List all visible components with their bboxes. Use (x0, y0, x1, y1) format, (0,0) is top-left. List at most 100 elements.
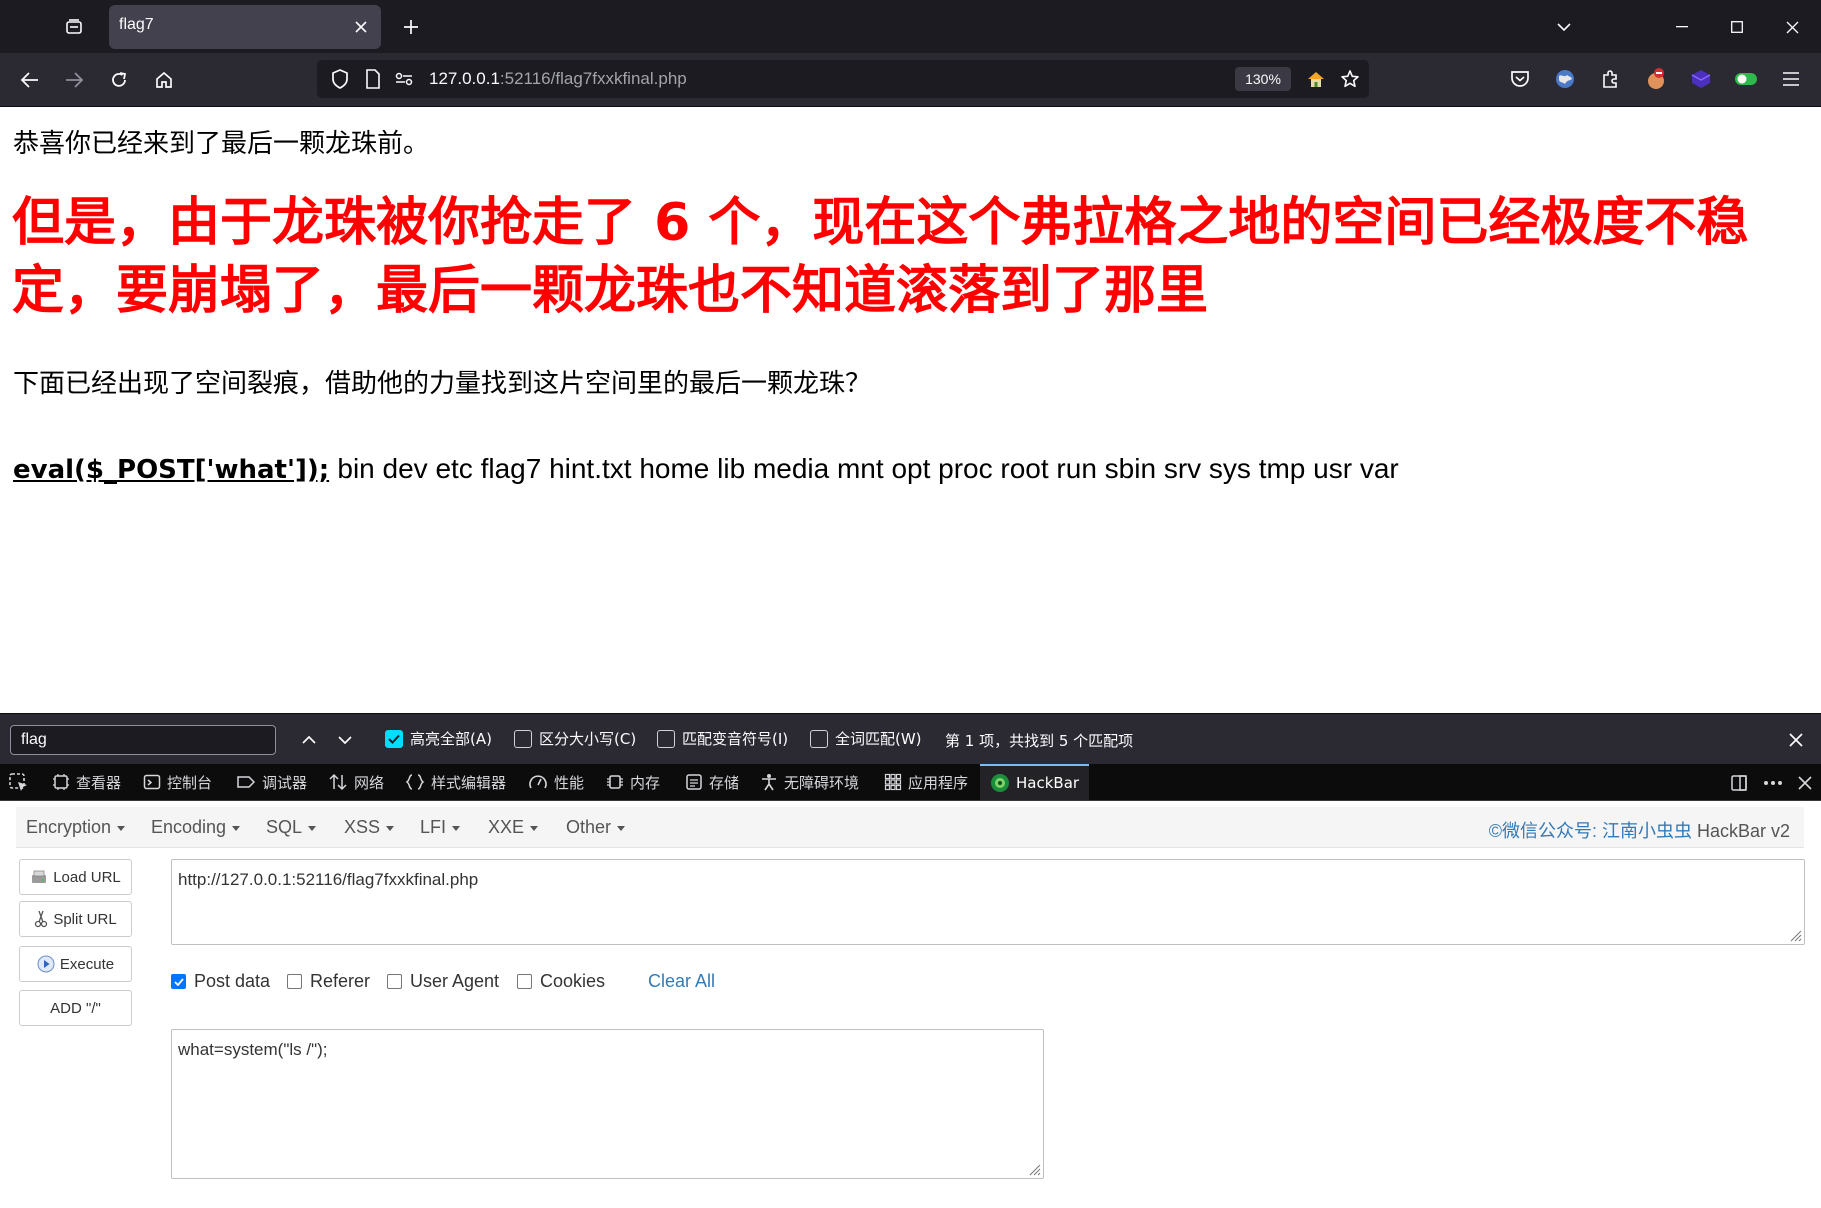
tab-label: 控制台 (167, 773, 213, 792)
load-url-button[interactable]: Load URL (19, 859, 132, 895)
menu-label: SQL (266, 817, 303, 837)
url-bar[interactable]: 127.0.0.1:52116/flag7fxxkfinal.php 130% (317, 60, 1369, 98)
user-agent-option[interactable]: User Agent (387, 971, 499, 992)
resize-grip-icon[interactable] (1788, 928, 1802, 942)
tab-accessibility[interactable]: 无障碍环境 (760, 764, 859, 800)
caret-down-icon (617, 825, 626, 831)
tab-network[interactable]: 网络 (328, 764, 384, 800)
hint-text: 下面已经出现了空间裂痕，借助他的力量找到这片空间里的最后一颗龙珠？ (13, 369, 872, 399)
ublock-extension-icon[interactable] (1640, 63, 1672, 95)
navigation-toolbar: 127.0.0.1:52116/flag7fxxkfinal.php 130% (0, 53, 1821, 107)
hackbar-brand[interactable]: ©微信公众号: 江南小虫虫 HackBar v2 (1489, 817, 1790, 843)
clear-all-link[interactable]: Clear All (648, 971, 715, 992)
checkbox-unchecked-icon[interactable] (387, 974, 402, 989)
new-tab-icon[interactable] (396, 12, 426, 42)
globe-extension-icon[interactable] (1549, 63, 1581, 95)
menu-xxe[interactable]: XXE (488, 817, 539, 838)
post-data-textarea[interactable]: what=system("ls /"); (171, 1029, 1044, 1179)
checkbox-unchecked-icon[interactable] (517, 974, 532, 989)
match-case-option[interactable]: 区分大小写(C) (514, 728, 636, 749)
checkbox-checked-icon[interactable] (385, 729, 403, 748)
tab-manager-icon[interactable] (56, 10, 92, 44)
element-picker-icon[interactable] (8, 772, 30, 794)
menu-label: LFI (420, 817, 447, 837)
menu-other[interactable]: Other (566, 817, 626, 838)
menu-xss[interactable]: XSS (344, 817, 395, 838)
menu-encryption[interactable]: Encryption (26, 817, 126, 838)
tab-flag7[interactable]: flag7 (109, 5, 381, 49)
shield-icon[interactable] (329, 68, 351, 90)
tab-inspector[interactable]: 查看器 (52, 764, 121, 800)
toggle-extension-icon[interactable] (1730, 63, 1762, 95)
whole-words-option[interactable]: 全词匹配(W) (810, 728, 922, 749)
checkbox-unchecked-icon[interactable] (657, 729, 675, 748)
inspector-icon (52, 773, 70, 791)
add-slash-button[interactable]: ADD "/" (19, 990, 132, 1026)
match-diacritics-option[interactable]: 匹配变音符号(I) (657, 728, 788, 749)
bookmark-star-icon[interactable] (1339, 68, 1361, 90)
back-arrow-icon[interactable] (13, 63, 47, 97)
reload-icon[interactable] (102, 63, 136, 97)
find-input[interactable]: flag (10, 725, 276, 755)
post-data-option[interactable]: Post data (171, 971, 270, 992)
menu-sql[interactable]: SQL (266, 817, 317, 838)
menu-label: Encryption (26, 817, 112, 837)
menu-encoding[interactable]: Encoding (151, 817, 241, 838)
tab-performance[interactable]: 性能 (528, 764, 584, 800)
tab-label: 性能 (554, 773, 585, 792)
close-tab-icon[interactable] (349, 15, 373, 39)
button-label: Split URL (53, 910, 117, 928)
find-previous-icon[interactable] (296, 727, 322, 753)
maximize-icon[interactable] (1722, 12, 1752, 42)
find-bar: flag 高亮全部(A) 区分大小写(C) 匹配变音符号(I) 全词匹配(W) … (0, 713, 1821, 764)
find-next-icon[interactable] (332, 727, 358, 753)
menu-hamburger-icon[interactable] (1775, 63, 1807, 95)
execute-button[interactable]: Execute (19, 946, 132, 982)
pocket-icon[interactable] (1504, 63, 1536, 95)
referer-option[interactable]: Referer (287, 971, 370, 992)
home-page-extension-icon[interactable] (1305, 68, 1327, 90)
forward-arrow-icon[interactable] (57, 63, 91, 97)
dock-side-icon[interactable] (1726, 770, 1752, 796)
cube-extension-icon[interactable] (1685, 63, 1717, 95)
cookies-option[interactable]: Cookies (517, 971, 605, 992)
code-output-line: eval($_POST['what']); bin dev etc flag7 … (13, 453, 1399, 485)
scissors-icon (34, 910, 48, 928)
checkbox-unchecked-icon[interactable] (810, 729, 828, 748)
minimize-icon[interactable] (1667, 12, 1697, 42)
tab-hackbar[interactable]: HackBar (980, 764, 1090, 800)
close-window-icon[interactable] (1777, 12, 1807, 42)
split-url-button[interactable]: Split URL (19, 901, 132, 937)
more-options-icon[interactable] (1760, 770, 1786, 796)
tab-label: 应用程序 (908, 773, 969, 792)
load-url-icon (30, 869, 48, 885)
menu-lfi[interactable]: LFI (420, 817, 461, 838)
tab-application[interactable]: 应用程序 (884, 764, 968, 800)
list-all-tabs-icon[interactable] (1549, 12, 1579, 42)
tab-memory[interactable]: 内存 (606, 764, 660, 800)
tab-console[interactable]: 控制台 (143, 764, 212, 800)
permissions-icon[interactable] (393, 68, 415, 90)
tab-label: 内存 (630, 773, 661, 792)
tab-label: 网络 (354, 773, 385, 792)
close-find-bar-icon[interactable] (1783, 727, 1809, 753)
page-icon[interactable] (362, 68, 384, 90)
checkbox-unchecked-icon[interactable] (514, 729, 532, 748)
close-devtools-icon[interactable] (1792, 770, 1818, 796)
caret-down-icon (232, 825, 241, 831)
checkbox-unchecked-icon[interactable] (287, 974, 302, 989)
option-label: User Agent (410, 971, 500, 991)
tab-label: HackBar (1016, 774, 1080, 792)
extensions-puzzle-icon[interactable] (1594, 63, 1626, 95)
resize-grip-icon[interactable] (1027, 1162, 1041, 1176)
checkbox-checked-icon[interactable] (171, 974, 186, 989)
tab-style-editor[interactable]: 样式编辑器 (405, 764, 506, 800)
highlight-all-option[interactable]: 高亮全部(A) (385, 728, 492, 749)
url-textarea[interactable]: http://127.0.0.1:52116/flag7fxxkfinal.ph… (171, 859, 1805, 945)
caret-down-icon (530, 825, 539, 831)
tab-debugger[interactable]: 调试器 (236, 764, 307, 800)
home-icon[interactable] (147, 63, 181, 97)
zoom-level-badge[interactable]: 130% (1235, 67, 1291, 91)
brand-link[interactable]: ©微信公众号: 江南小虫虫 (1489, 821, 1692, 841)
tab-storage[interactable]: 存储 (685, 764, 739, 800)
